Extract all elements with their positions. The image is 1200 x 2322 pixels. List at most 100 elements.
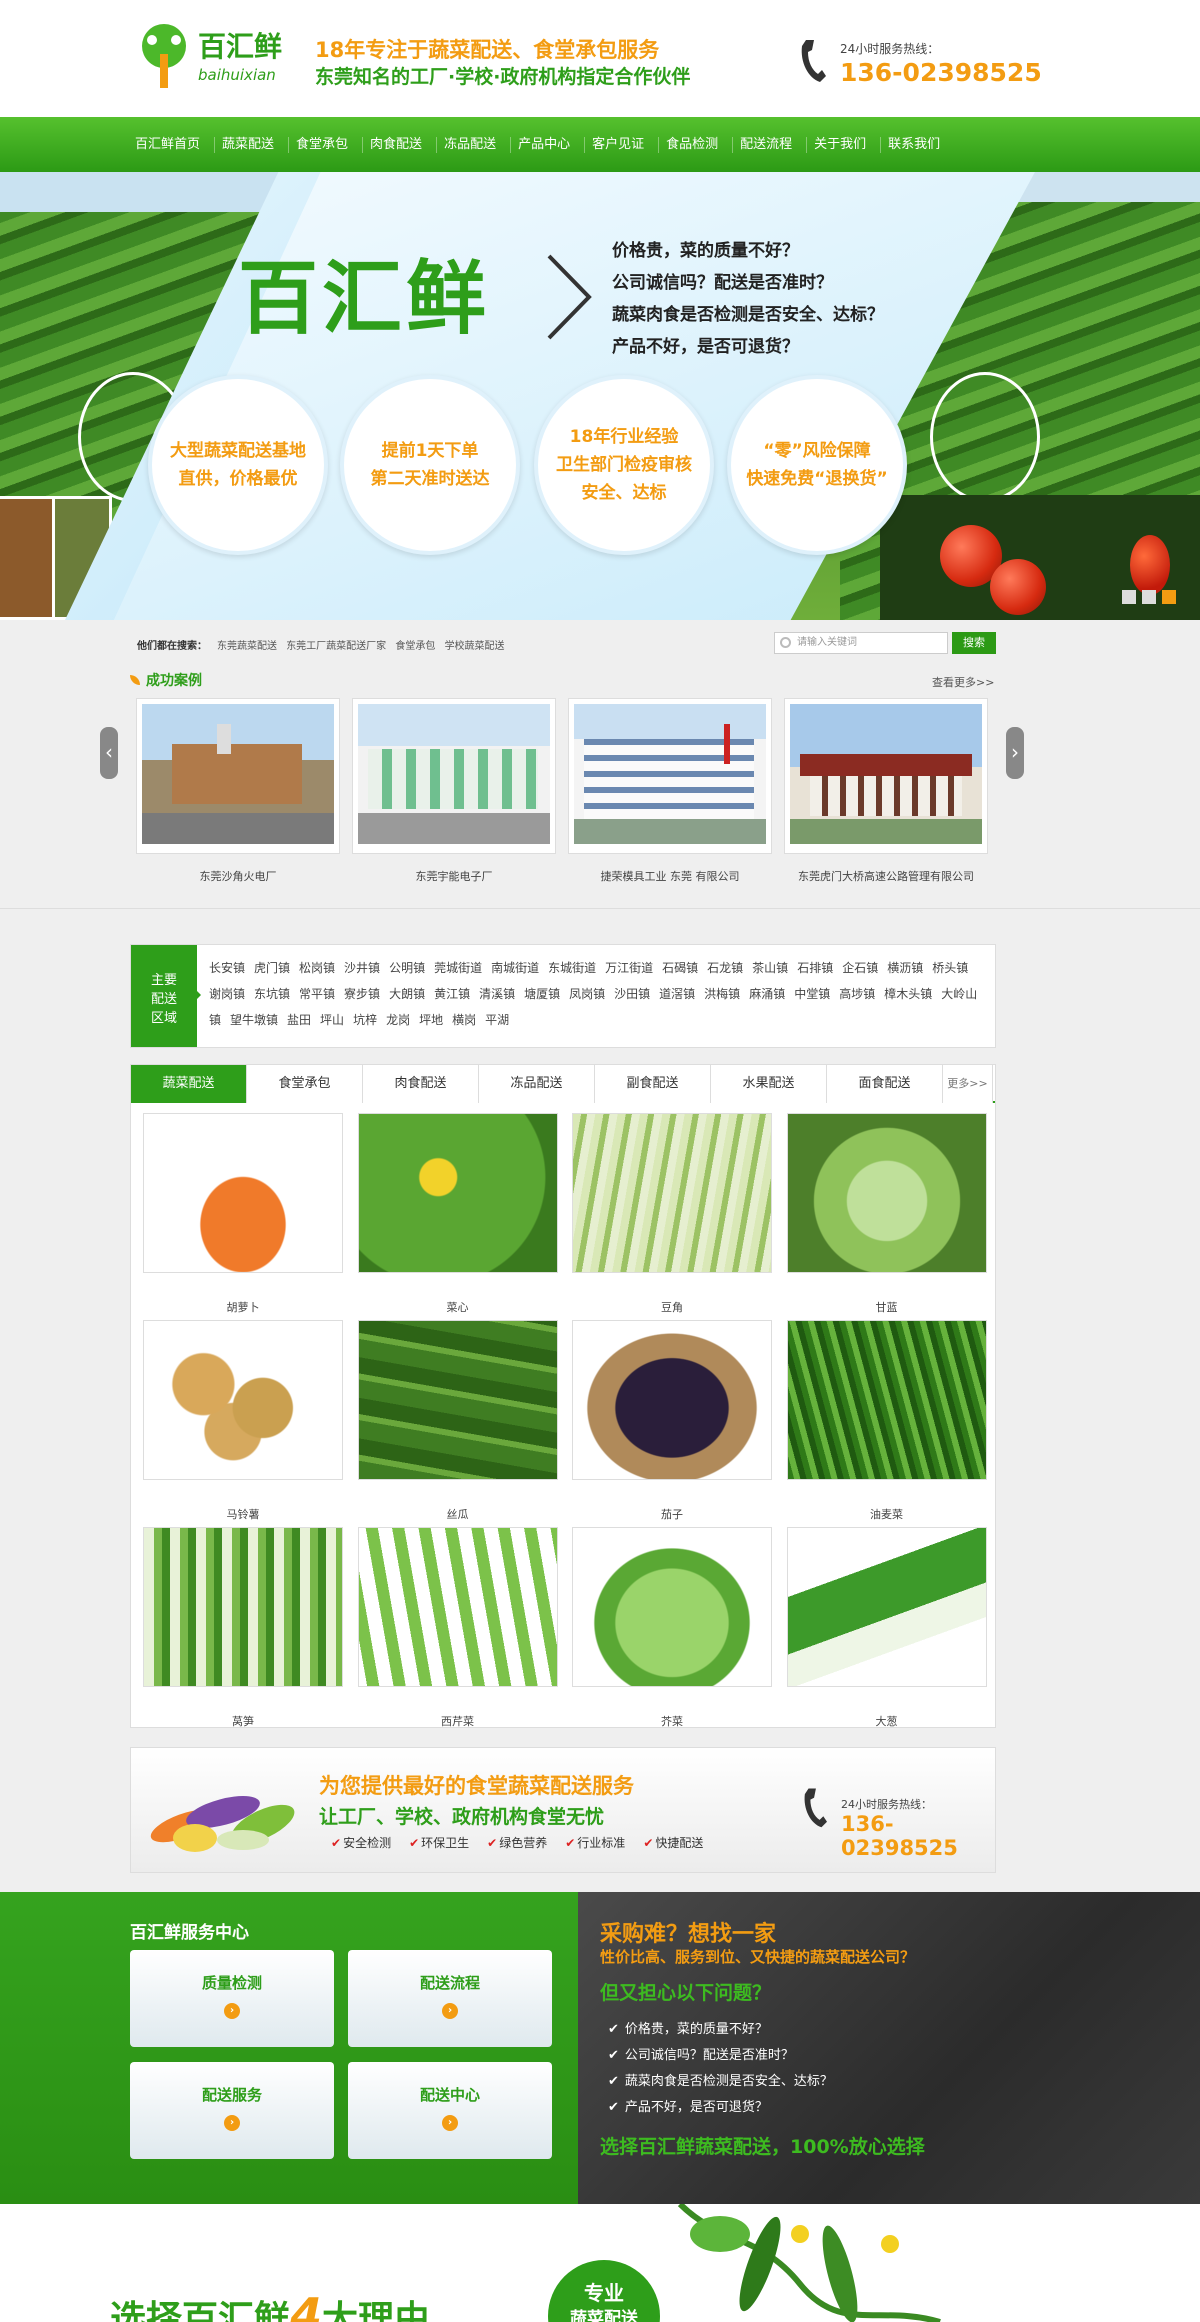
area-town[interactable]: 松岗镇 <box>299 961 335 975</box>
area-town[interactable]: 公明镇 <box>389 961 425 975</box>
nav-testimonials[interactable]: 客户见证 <box>585 136 660 153</box>
area-town[interactable]: 樟木头镇 <box>884 987 932 1001</box>
nav-home[interactable]: 百汇鲜首页 <box>128 136 216 153</box>
product-caption[interactable]: 丝瓜 <box>358 1506 558 1522</box>
area-town[interactable]: 石排镇 <box>797 961 833 975</box>
tab-frozen[interactable]: 冻品配送 <box>479 1065 595 1103</box>
tab-grocery[interactable]: 副食配送 <box>595 1065 711 1103</box>
product-caption[interactable]: 茄子 <box>572 1506 772 1522</box>
slider-dot[interactable] <box>1142 590 1156 604</box>
service-box-center[interactable]: 配送中心 › <box>348 2062 552 2159</box>
area-town[interactable]: 望牛墩镇 <box>230 1013 278 1027</box>
area-town[interactable]: 桥头镇 <box>932 961 968 975</box>
area-town[interactable]: 长安镇 <box>209 961 245 975</box>
product-image[interactable] <box>357 1527 558 1687</box>
area-town[interactable]: 莞城街道 <box>434 961 482 975</box>
service-box-quality[interactable]: 质量检测 › <box>130 1950 334 2047</box>
nav-contact[interactable]: 联系我们 <box>881 137 954 153</box>
area-town[interactable]: 坪地 <box>419 1013 443 1027</box>
area-town[interactable]: 横沥镇 <box>887 961 923 975</box>
product-caption[interactable]: 芥菜 <box>572 1713 772 1729</box>
area-town[interactable]: 沙井镇 <box>344 961 380 975</box>
case-card[interactable] <box>352 698 556 854</box>
product-image[interactable] <box>357 1320 558 1480</box>
tab-more[interactable]: 更多>> <box>943 1065 993 1103</box>
service-box-process[interactable]: 配送流程 › <box>348 1950 552 2047</box>
area-town[interactable]: 凤岗镇 <box>569 987 605 1001</box>
nav-frozen-delivery[interactable]: 冻品配送 <box>437 136 512 153</box>
product-image[interactable] <box>143 1320 343 1480</box>
product-caption[interactable]: 大葱 <box>787 1713 987 1729</box>
nav-products[interactable]: 产品中心 <box>511 136 586 153</box>
product-caption[interactable]: 甘蓝 <box>787 1299 987 1315</box>
area-town[interactable]: 高埗镇 <box>839 987 875 1001</box>
tab-fruit[interactable]: 水果配送 <box>711 1065 827 1103</box>
product-image[interactable] <box>786 1113 987 1273</box>
case-caption[interactable]: 东莞宇能电子厂 <box>352 868 556 884</box>
case-caption[interactable]: 捷荣模具工业 东莞 有限公司 <box>568 868 772 884</box>
case-card[interactable] <box>568 698 772 854</box>
nav-canteen-contract[interactable]: 食堂承包 <box>289 136 364 153</box>
area-town[interactable]: 东坑镇 <box>254 987 290 1001</box>
slider-dot-active[interactable] <box>1162 590 1176 604</box>
area-town[interactable]: 洪梅镇 <box>704 987 740 1001</box>
area-town[interactable]: 麻涌镇 <box>749 987 785 1001</box>
hot-search-link[interactable]: 东莞工厂蔬菜配送厂家 <box>286 641 386 652</box>
area-town[interactable]: 坑梓 <box>353 1013 377 1027</box>
hot-search-link[interactable]: 食堂承包 <box>395 641 435 652</box>
product-image[interactable] <box>786 1527 987 1687</box>
logo-icon[interactable]: 百汇鲜 baihuixian <box>130 18 300 94</box>
area-town[interactable]: 虎门镇 <box>254 961 290 975</box>
area-town[interactable]: 平湖 <box>485 1013 509 1027</box>
cases-more-link[interactable]: 查看更多>> <box>932 674 994 690</box>
product-image[interactable] <box>572 1113 772 1273</box>
nav-about[interactable]: 关于我们 <box>807 136 882 153</box>
area-town[interactable]: 塘厦镇 <box>524 987 560 1001</box>
area-town[interactable]: 坪山 <box>320 1013 344 1027</box>
area-town[interactable]: 盐田 <box>287 1013 311 1027</box>
prev-arrow-icon[interactable]: ‹ <box>100 727 118 779</box>
search-button[interactable]: 搜索 <box>952 632 996 654</box>
case-card[interactable] <box>136 698 340 854</box>
product-image[interactable] <box>143 1113 343 1273</box>
tab-noodle[interactable]: 面食配送 <box>827 1065 943 1103</box>
tab-meat[interactable]: 肉食配送 <box>363 1065 479 1103</box>
area-town[interactable]: 石碣镇 <box>662 961 698 975</box>
case-caption[interactable]: 东莞沙角火电厂 <box>136 868 340 884</box>
nav-food-testing[interactable]: 食品检测 <box>659 136 734 153</box>
area-town[interactable]: 南城街道 <box>491 961 539 975</box>
next-arrow-icon[interactable]: › <box>1006 727 1024 779</box>
area-town[interactable]: 黄江镇 <box>434 987 470 1001</box>
nav-meat-delivery[interactable]: 肉食配送 <box>363 136 438 153</box>
nav-delivery-process[interactable]: 配送流程 <box>733 136 808 153</box>
area-town[interactable]: 大朗镇 <box>389 987 425 1001</box>
product-caption[interactable]: 菜心 <box>358 1299 558 1315</box>
area-town[interactable]: 沙田镇 <box>614 987 650 1001</box>
product-image[interactable] <box>143 1527 343 1687</box>
area-town[interactable]: 常平镇 <box>299 987 335 1001</box>
nav-vegetable-delivery[interactable]: 蔬菜配送 <box>215 136 290 153</box>
area-town[interactable]: 中堂镇 <box>794 987 830 1001</box>
search-input[interactable]: 请输入关键词 <box>774 632 948 654</box>
product-caption[interactable]: 西芹菜 <box>358 1713 558 1729</box>
area-town[interactable]: 石龙镇 <box>707 961 743 975</box>
service-box-delivery[interactable]: 配送服务 › <box>130 2062 334 2159</box>
area-town[interactable]: 清溪镇 <box>479 987 515 1001</box>
area-town[interactable]: 企石镇 <box>842 961 878 975</box>
product-image[interactable] <box>572 1320 772 1480</box>
product-caption[interactable]: 马铃薯 <box>143 1506 343 1522</box>
area-town[interactable]: 万江街道 <box>605 961 653 975</box>
case-caption[interactable]: 东莞虎门大桥高速公路管理有限公司 <box>784 868 988 884</box>
case-card[interactable] <box>784 698 988 854</box>
area-town[interactable]: 龙岗 <box>386 1013 410 1027</box>
product-image[interactable] <box>786 1320 987 1480</box>
product-image[interactable] <box>357 1113 558 1273</box>
tab-canteen[interactable]: 食堂承包 <box>247 1065 363 1103</box>
area-town[interactable]: 寮步镇 <box>344 987 380 1001</box>
product-caption[interactable]: 豆角 <box>572 1299 772 1315</box>
hot-search-link[interactable]: 学校蔬菜配送 <box>445 641 505 652</box>
product-caption[interactable]: 莴笋 <box>143 1713 343 1729</box>
area-town[interactable]: 茶山镇 <box>752 961 788 975</box>
area-town[interactable]: 横岗 <box>452 1013 476 1027</box>
area-town[interactable]: 谢岗镇 <box>209 987 245 1001</box>
